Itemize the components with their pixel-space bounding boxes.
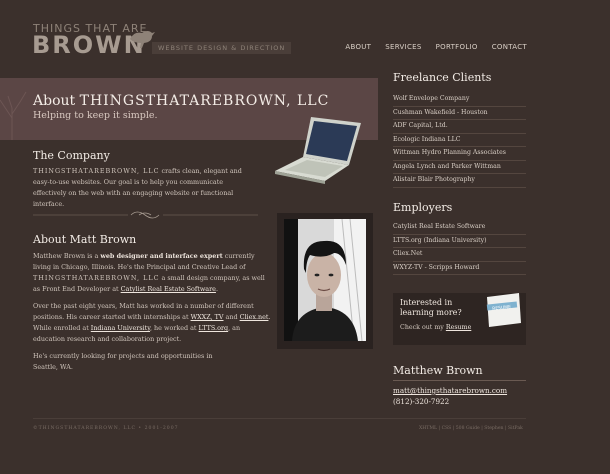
title-prefix: About [33,93,76,109]
list-item: Cliex.Net [393,248,526,262]
nav-contact[interactable]: CONTACT [492,43,527,51]
cliex-link[interactable]: Cliex.net [240,313,269,321]
wxxz-link[interactable]: WXXZ, TV [191,313,224,321]
company-paragraph: THINGSTHATAREBROWN, LLC crafts clean, el… [33,166,258,210]
email-link[interactable]: matt@thingsthatarebrown.com [393,386,507,395]
resume-link[interactable]: Resume [446,324,471,331]
footer-divider [33,418,526,419]
footer-copyright: ©THINGSTHATAREBROWN, LLC • 2001-2007 [33,426,179,431]
tree-decoration-icon [0,91,27,140]
catylist-link[interactable]: Catylist Real Estate Software [121,285,216,293]
about-matt-heading: About Matt Brown [33,233,137,246]
portrait-photo [284,219,366,341]
company-heading: The Company [33,149,110,162]
laptop-icon [275,117,361,184]
title-company: THINGSTHATAREBROWN, LLC [79,93,330,109]
ltts-link[interactable]: LTTS.org [199,324,229,332]
ornament-divider-icon [33,211,258,219]
nav-services[interactable]: SERVICES [385,43,421,51]
matt-paragraph-3: He's currently looking for projects and … [33,352,213,371]
text: and [223,313,240,321]
list-item: Catylist Real Estate Software [393,221,526,235]
employers-heading: Employers [393,201,453,214]
freelance-clients-heading: Freelance Clients [393,71,492,84]
list-item: ADF Capital, Ltd. [393,120,526,134]
list-item: Angela Lynch and Parker Wittman [393,161,526,174]
page-subtitle: Helping to keep it simple. [33,110,158,121]
resume-callout-title: Interested in learning more? [400,298,462,317]
divider [393,380,526,381]
footer-links[interactable]: XHTML | CSS | 508 Guide | Stephen | SitP… [419,426,523,431]
list-item: LTTS.org (Indiana University) [393,235,526,248]
text: , he worked at [149,324,199,332]
resume-callout-text: Check out my Resume [400,324,471,331]
matt-paragraph-1: Matthew Brown is a web designer and inte… [33,251,268,295]
page-title: About THINGSTHATAREBROWN, LLC [33,93,329,109]
list-item: Cushman Wakefield - Houston [393,107,526,120]
list-item: WXYZ-TV - Scripps Howard [393,262,526,275]
text: Check out my [400,324,446,331]
tagline: WEBSITE DESIGN & DIRECTION [152,42,292,54]
resume-document-icon[interactable]: RESUME [483,293,523,327]
nav-about[interactable]: ABOUT [345,43,371,51]
phone-number: (812)-320-7922 [393,397,450,406]
freelance-clients-list: Wolf Envelope Company Cushman Wakefield … [393,93,526,188]
contact-name: Matthew Brown [393,364,483,377]
list-item: Wolf Envelope Company [393,93,526,107]
list-item: Alistair Blair Photography [393,174,526,188]
list-item: Ecologic Indiana LLC [393,134,526,147]
main-nav: ABOUT SERVICES PORTFOLIO CONTACT [345,43,527,51]
indiana-university-link[interactable]: Indiana University [91,324,150,332]
matt-paragraph-2: Over the past eight years, Matt has work… [33,301,273,345]
emphasis-text: web designer and interface expert [100,252,223,260]
company-caps: THINGSTHATAREBROWN, LLC [33,274,160,282]
employers-list: Catylist Real Estate Software LTTS.org (… [393,221,526,275]
company-caps: THINGSTHATAREBROWN, LLC [33,167,160,175]
text: Matthew Brown is a [33,252,101,260]
text: . [215,285,218,293]
nav-portfolio[interactable]: PORTFOLIO [436,43,478,51]
list-item: Wittman Hydro Planning Associates [393,147,526,161]
